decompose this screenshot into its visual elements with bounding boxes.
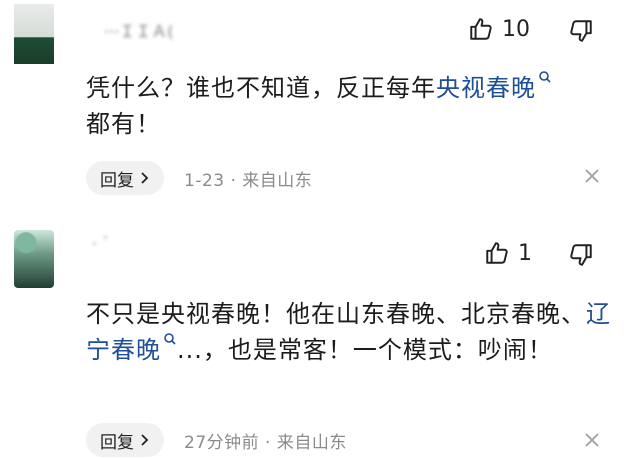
like-button[interactable]: 10 [468,16,530,42]
comment-item: ···ＩＩＡ( 10 凭什么？谁也不知道，反正每年央视春晚 都有！ 回复 1-2… [0,0,640,200]
search-link[interactable]: 央视春晚 [436,74,536,102]
comment-text-part: 凭什么？谁也不知道，反正每年 [86,74,436,102]
close-icon [585,433,599,447]
comment-text-part: ...，也是常客！一个模式：吵闹！ [177,336,553,364]
thumbs-down-icon [570,244,592,266]
comment-meta: 回复 1-23 · 来自山东 [86,160,312,196]
thumbs-down-icon [570,20,592,42]
comment-info: 1-23 · 来自山东 [184,170,313,191]
close-button[interactable] [584,432,600,452]
reply-button[interactable]: 回复 [86,161,164,195]
dislike-button[interactable] [568,242,594,272]
close-icon [585,169,599,183]
username[interactable]: · ` [92,234,110,253]
reply-label: 回复 [100,170,134,191]
username[interactable]: ···ＩＩＡ( [104,18,174,42]
dislike-button[interactable] [568,18,594,48]
comment-text-part: 都有！ [86,110,161,138]
like-count: 10 [502,16,530,42]
search-icon [164,333,176,345]
avatar[interactable] [14,230,54,288]
like-button[interactable]: 1 [484,240,532,266]
close-button[interactable] [584,168,600,188]
comment-item: · ` 1 不只是央视春晚！他在山东春晚、北京春晚、辽宁春晚 ...，也是常客！一… [0,222,640,457]
chevron-right-icon [141,172,149,184]
comment-text: 凭什么？谁也不知道，反正每年央视春晚 都有！ [86,70,616,142]
search-icon [539,71,551,83]
thumbs-up-icon [470,18,492,40]
chevron-right-icon [141,434,149,446]
reply-label: 回复 [100,432,134,453]
comment-text-part: 不只是央视春晚！他在山东春晚、北京春晚、 [86,300,586,328]
comment-text: 不只是央视春晚！他在山东春晚、北京春晚、辽宁春晚 ...，也是常客！一个模式：吵闹… [86,296,616,368]
avatar[interactable] [14,4,54,64]
comment-meta: 回复 27分钟前 · 来自山东 [86,422,347,458]
thumbs-up-icon [486,242,508,264]
reply-button[interactable]: 回复 [86,423,164,457]
comment-info: 27分钟前 · 来自山东 [184,432,347,453]
like-count: 1 [518,240,532,266]
